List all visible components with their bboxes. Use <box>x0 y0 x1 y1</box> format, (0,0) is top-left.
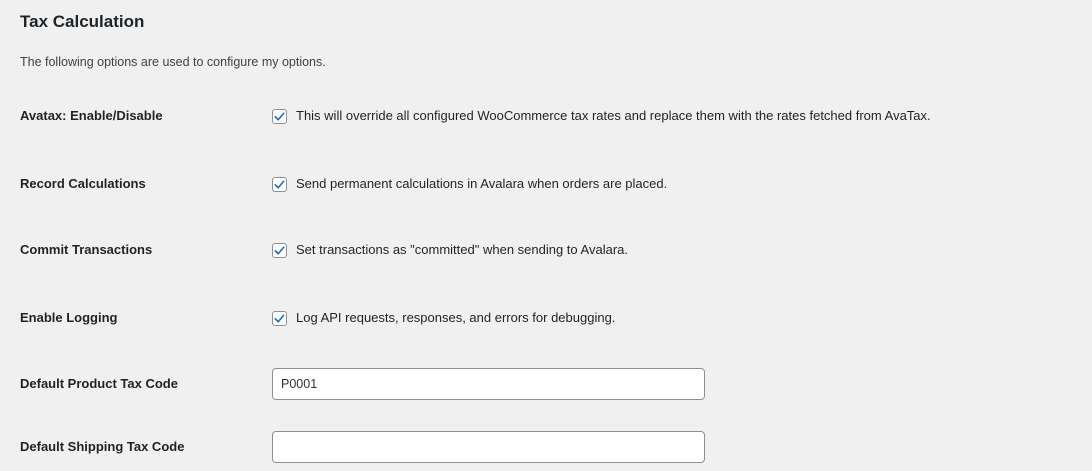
section-title: Tax Calculation <box>20 12 145 31</box>
record-calculations-description: Send permanent calculations in Avalara w… <box>296 176 668 191</box>
enable-logging-checkbox[interactable] <box>272 310 287 326</box>
commit-transactions-option[interactable]: Set transactions as "committed" when sen… <box>272 241 628 259</box>
record-calculations-option[interactable]: Send permanent calculations in Avalara w… <box>272 175 667 193</box>
commit-transactions-description: Set transactions as "committed" when sen… <box>296 242 629 257</box>
checkmark-icon <box>274 313 285 323</box>
default-product-tax-code-input[interactable] <box>272 368 705 400</box>
commit-transactions-label: Commit Transactions <box>20 242 153 257</box>
default-product-tax-code-label: Default Product Tax Code <box>20 376 178 391</box>
enable-description: This will override all configured WooCom… <box>296 108 931 123</box>
record-calculations-checkbox[interactable] <box>272 176 287 192</box>
checkmark-icon <box>274 245 285 255</box>
setting-row-enable-logging: Enable Logging Log API requests, respons… <box>0 301 1092 335</box>
setting-row-commit-transactions: Commit Transactions Set transactions as … <box>0 233 1092 267</box>
enable-logging-option[interactable]: Log API requests, responses, and errors … <box>272 309 615 327</box>
enable-logging-description: Log API requests, responses, and errors … <box>296 310 616 325</box>
enable-checkbox[interactable] <box>272 108 287 124</box>
checkmark-icon <box>274 111 285 121</box>
setting-row-record-calculations: Record Calculations Send permanent calcu… <box>0 167 1092 201</box>
setting-row-default-product-tax-code: Default Product Tax Code <box>0 367 1092 401</box>
enable-logging-label: Enable Logging <box>20 310 118 325</box>
enable-option[interactable]: This will override all configured WooCom… <box>272 107 931 125</box>
settings-page: Tax Calculation The following options ar… <box>0 0 1092 471</box>
default-shipping-tax-code-label: Default Shipping Tax Code <box>20 439 185 454</box>
default-shipping-tax-code-input[interactable] <box>272 431 705 463</box>
section-description: The following options are used to config… <box>20 55 326 69</box>
setting-row-enable: Avatax: Enable/Disable This will overrid… <box>0 99 1092 133</box>
commit-transactions-checkbox[interactable] <box>272 242 287 258</box>
checkmark-icon <box>274 179 285 189</box>
record-calculations-label: Record Calculations <box>20 176 146 191</box>
setting-row-default-shipping-tax-code: Default Shipping Tax Code <box>0 430 1092 464</box>
enable-label: Avatax: Enable/Disable <box>20 108 163 123</box>
